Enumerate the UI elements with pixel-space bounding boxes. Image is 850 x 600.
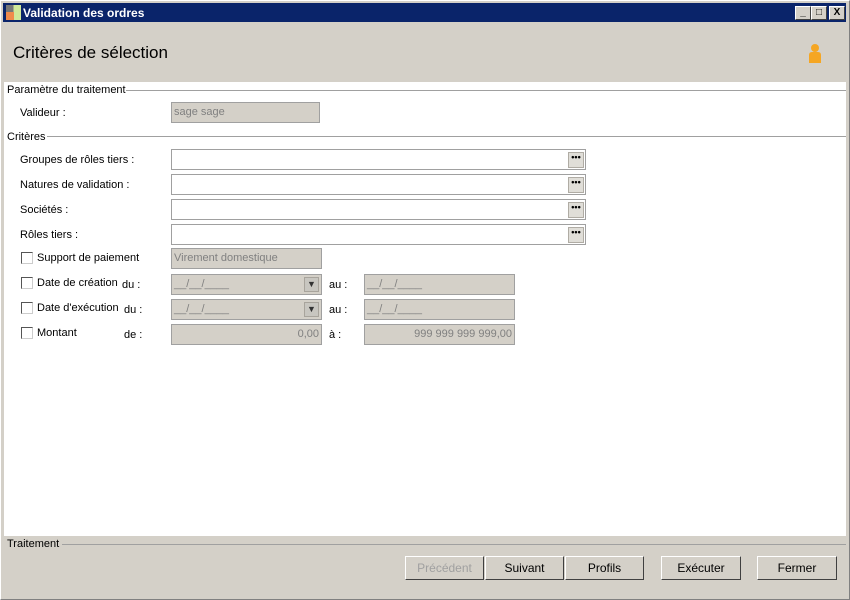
societes-browse-button[interactable]: ••• (568, 202, 584, 218)
groupes-roles-input[interactable] (171, 149, 586, 170)
societes-input[interactable] (171, 199, 586, 220)
profiles-button[interactable]: Profils (565, 556, 644, 580)
window-title: Validation des ordres (23, 6, 145, 20)
natures-validation-browse-button[interactable]: ••• (568, 177, 584, 193)
close-button[interactable]: Fermer (757, 556, 837, 580)
validateur-field: sage sage (171, 102, 320, 123)
date-creation-to-input: __/__/____ (364, 274, 515, 295)
date-execution-label: Date d'exécution (37, 302, 119, 314)
montant-to-input: 999 999 999 999,00 (364, 324, 515, 345)
date-creation-label: Date de création (37, 277, 118, 289)
param-group-title: Paramètre du traitement (7, 84, 126, 96)
montant-checkbox[interactable] (21, 327, 33, 339)
date-creation-checkbox[interactable] (21, 277, 33, 289)
support-paiement-checkbox[interactable] (21, 252, 33, 264)
roles-tiers-label: Rôles tiers : (20, 229, 79, 241)
app-icon (6, 5, 21, 20)
minimize-button[interactable]: _ (795, 6, 811, 20)
montant-label: Montant (37, 327, 77, 339)
montant-to-label: à : (329, 329, 342, 341)
chevron-down-icon[interactable]: ▼ (304, 277, 319, 292)
divider (47, 136, 846, 137)
divider (62, 544, 846, 545)
support-paiement-field: Virement domestique (171, 248, 322, 269)
date-execution-to-label: au : (329, 304, 348, 316)
validateur-label: Valideur : (20, 107, 66, 119)
footer-group-title: Traitement (7, 538, 60, 550)
date-creation-from-input: __/__/____ (171, 274, 322, 295)
natures-validation-label: Natures de validation : (20, 179, 130, 191)
roles-tiers-browse-button[interactable]: ••• (568, 227, 584, 243)
roles-tiers-input[interactable] (171, 224, 586, 245)
date-execution-from-label: du : (124, 304, 143, 316)
maximize-button[interactable]: □ (811, 6, 827, 20)
support-paiement-label: Support de paiement (37, 252, 140, 264)
close-window-button[interactable]: X (829, 6, 845, 20)
societes-label: Sociétés : (20, 204, 69, 216)
date-execution-from-input: __/__/____ (171, 299, 322, 320)
execute-button[interactable]: Exécuter (661, 556, 741, 580)
date-creation-from-label: du : (122, 279, 141, 291)
montant-from-input: 0,00 (171, 324, 322, 345)
next-button[interactable]: Suivant (485, 556, 564, 580)
page-title: Critères de sélection (13, 43, 168, 62)
previous-button[interactable]: Précédent (405, 556, 484, 580)
groupes-roles-label: Groupes de rôles tiers : (20, 154, 135, 166)
montant-from-label: de : (124, 329, 143, 341)
groupes-roles-browse-button[interactable]: ••• (568, 152, 584, 168)
title-bar: Validation des ordres _ □ X (3, 3, 846, 22)
criteria-group-title: Critères (7, 131, 46, 143)
chevron-down-icon[interactable]: ▼ (304, 302, 319, 317)
natures-validation-input[interactable] (171, 174, 586, 195)
date-execution-to-input: __/__/____ (364, 299, 515, 320)
user-icon (809, 44, 821, 63)
date-creation-to-label: au : (329, 279, 348, 291)
divider (126, 90, 846, 91)
date-execution-checkbox[interactable] (21, 302, 33, 314)
